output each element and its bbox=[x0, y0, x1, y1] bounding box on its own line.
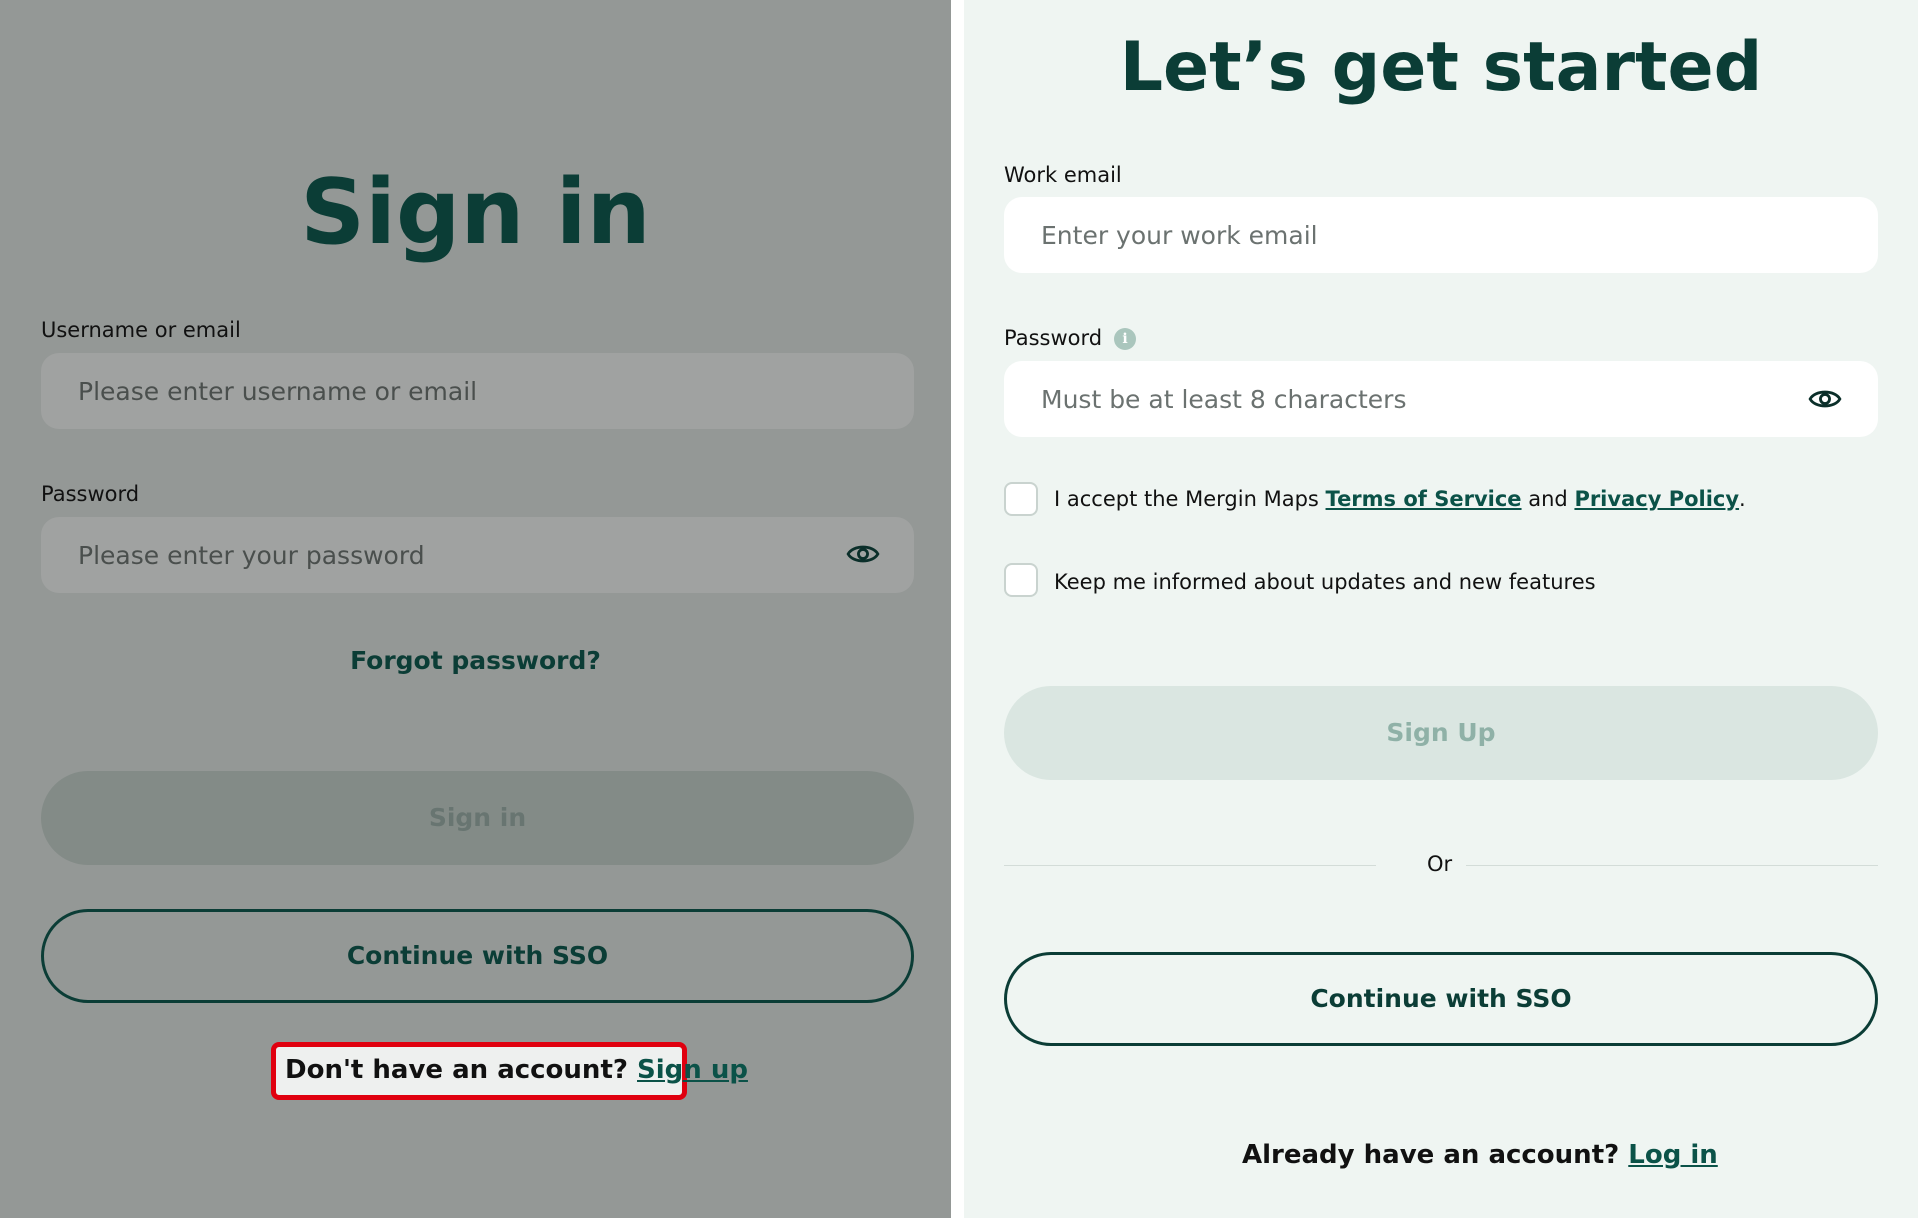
have-account-text: Already have an account? Log in bbox=[1242, 1140, 1718, 1170]
username-label: Username or email bbox=[41, 318, 241, 342]
work-email-label: Work email bbox=[1004, 163, 1122, 187]
terms-prefix: I accept the Mergin Maps bbox=[1054, 487, 1319, 511]
work-email-input[interactable] bbox=[1004, 197, 1878, 273]
have-account-label: Already have an account? bbox=[1242, 1140, 1620, 1170]
newsletter-label: Keep me informed about updates and new f… bbox=[1054, 570, 1596, 594]
terms-suffix: . bbox=[1739, 487, 1746, 511]
signup-link[interactable]: Sign up bbox=[637, 1055, 748, 1085]
username-input[interactable] bbox=[41, 353, 914, 429]
or-divider-right bbox=[1466, 865, 1878, 866]
or-divider-left bbox=[1004, 865, 1376, 866]
signup-password-input[interactable] bbox=[1004, 361, 1878, 437]
signin-sso-button[interactable]: Continue with SSO bbox=[41, 909, 914, 1003]
password-input[interactable] bbox=[41, 517, 914, 593]
panel-divider bbox=[951, 0, 964, 1218]
no-account-label: Don't have an account? bbox=[285, 1055, 628, 1085]
terms-and: and bbox=[1528, 487, 1568, 511]
signup-panel: Let’s get started Work email Password i … bbox=[964, 0, 1918, 1218]
info-icon[interactable]: i bbox=[1114, 328, 1136, 350]
login-link[interactable]: Log in bbox=[1628, 1140, 1718, 1170]
signin-title: Sign in bbox=[300, 160, 651, 265]
eye-icon[interactable] bbox=[846, 537, 880, 571]
password-label: Password bbox=[41, 482, 140, 506]
signup-title: Let’s get started bbox=[1119, 28, 1763, 107]
signup-sso-button[interactable]: Continue with SSO bbox=[1004, 952, 1878, 1046]
signup-button[interactable]: Sign Up bbox=[1004, 686, 1878, 780]
signin-panel: Sign in Username or email Password Forgo… bbox=[0, 0, 951, 1218]
newsletter-checkbox[interactable] bbox=[1004, 563, 1038, 597]
terms-of-service-link[interactable]: Terms of Service bbox=[1326, 487, 1522, 511]
eye-icon[interactable] bbox=[1808, 382, 1842, 416]
terms-checkbox[interactable] bbox=[1004, 482, 1038, 516]
privacy-policy-link[interactable]: Privacy Policy bbox=[1574, 487, 1739, 511]
no-account-text: Don't have an account? Sign up bbox=[285, 1055, 748, 1085]
forgot-password-link[interactable]: Forgot password? bbox=[0, 646, 951, 675]
signup-password-label: Password bbox=[1004, 326, 1103, 350]
terms-text: I accept the Mergin Maps Terms of Servic… bbox=[1054, 487, 1746, 511]
signin-button[interactable]: Sign in bbox=[41, 771, 914, 865]
or-text: Or bbox=[1427, 852, 1453, 876]
